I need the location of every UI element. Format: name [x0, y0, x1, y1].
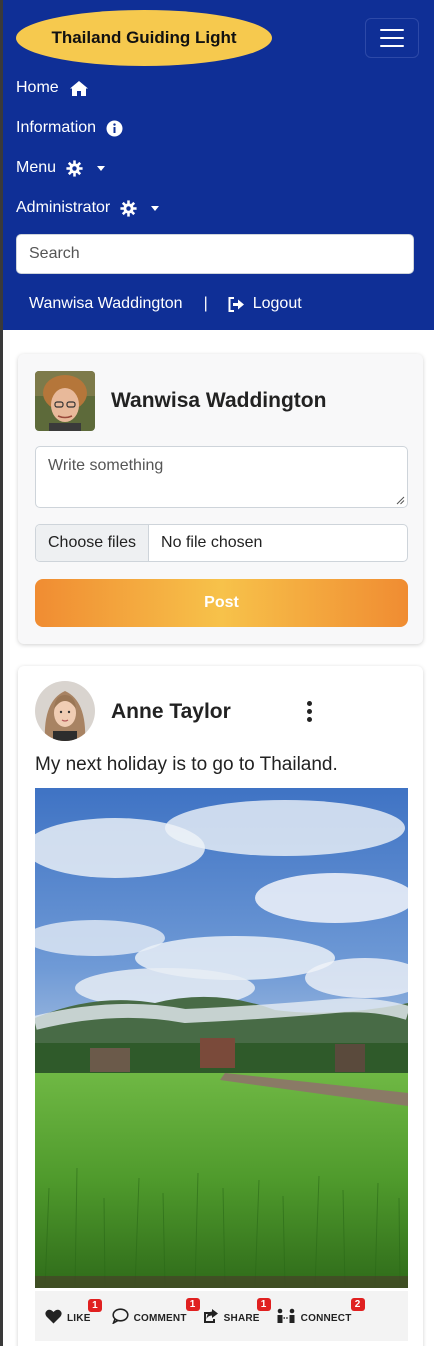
like-label: LIKE [67, 1312, 91, 1324]
feed-post-card: Anne Taylor My next holiday is to go to … [18, 666, 423, 1346]
brand-title: Thailand Guiding Light [51, 28, 237, 47]
like-count-badge: 1 [88, 1298, 102, 1312]
page: Thailand Guiding Light Home Information … [0, 0, 434, 1346]
hamburger-bar [380, 45, 404, 47]
nav-item-information[interactable]: Information [16, 114, 123, 142]
search-input[interactable] [16, 234, 414, 274]
nav-item-label: Administrator [16, 199, 111, 216]
comment-button[interactable]: COMMENT 1 [111, 1298, 200, 1324]
share-button[interactable]: SHARE 1 [201, 1298, 271, 1324]
choose-files-button[interactable]: Choose files [36, 525, 150, 561]
logout-link[interactable]: Logout [228, 295, 302, 313]
avatar [35, 371, 95, 431]
post-actions-bar: LIKE 1 COMMENT 1 SHARE 1 CONNECT 2 [35, 1291, 408, 1341]
post-text-input[interactable] [35, 446, 408, 508]
author-avatar-image [35, 681, 95, 741]
avatar [35, 681, 95, 741]
nav-item-administrator[interactable]: Administrator [16, 194, 160, 222]
share-label: SHARE [223, 1312, 260, 1324]
navbar: Thailand Guiding Light Home Information … [3, 0, 434, 330]
nav-item-home[interactable]: Home [16, 74, 89, 102]
comment-count-badge: 1 [185, 1298, 200, 1311]
composer-user-name: Wanwisa Waddington [111, 389, 327, 412]
brand-logo[interactable]: Thailand Guiding Light [16, 10, 272, 66]
user-avatar-image [35, 371, 95, 431]
comment-icon [111, 1308, 129, 1324]
post-image[interactable] [35, 788, 408, 1288]
nav-item-menu[interactable]: Menu [16, 154, 106, 182]
gear-icon [120, 199, 137, 217]
file-upload-field[interactable]: Choose files No file chosen [35, 524, 408, 562]
connect-count-badge: 2 [350, 1298, 365, 1311]
nav-item-label: Home [16, 79, 59, 96]
chevron-down-icon [97, 165, 106, 171]
nav-item-label: Information [16, 119, 97, 136]
logout-icon [228, 296, 244, 312]
nav-separator: | [203, 295, 208, 312]
post-text: My next holiday is to go to Thailand. [35, 754, 338, 775]
like-button[interactable]: LIKE 1 [45, 1298, 102, 1324]
share-count-badge: 1 [256, 1298, 271, 1311]
current-user-link[interactable]: Wanwisa Waddington [29, 295, 183, 313]
heart-icon [45, 1309, 62, 1323]
hamburger-menu-button[interactable] [365, 18, 419, 58]
post-author-name: Anne Taylor [111, 700, 231, 723]
home-icon [69, 80, 88, 96]
logout-label: Logout [252, 295, 302, 312]
post-composer-card: Wanwisa Waddington Choose files No file … [18, 354, 423, 644]
comment-label: COMMENT [133, 1312, 187, 1324]
gear-icon [66, 159, 83, 177]
hamburger-bar [380, 29, 404, 31]
more-options-icon[interactable] [299, 698, 319, 724]
user-row: Wanwisa Waddington | Logout [29, 292, 302, 316]
nav-item-label: Menu [16, 159, 57, 176]
connect-button[interactable]: CONNECT 2 [276, 1298, 365, 1324]
connect-icon [277, 1308, 295, 1323]
post-button[interactable]: Post [35, 579, 408, 627]
info-icon [106, 120, 123, 136]
share-icon [203, 1309, 218, 1323]
rice-field-photo [35, 788, 408, 1288]
chevron-down-icon [151, 205, 160, 211]
file-status-text: No file chosen [161, 534, 263, 551]
connect-label: CONNECT [300, 1312, 352, 1324]
hamburger-bar [380, 37, 404, 39]
